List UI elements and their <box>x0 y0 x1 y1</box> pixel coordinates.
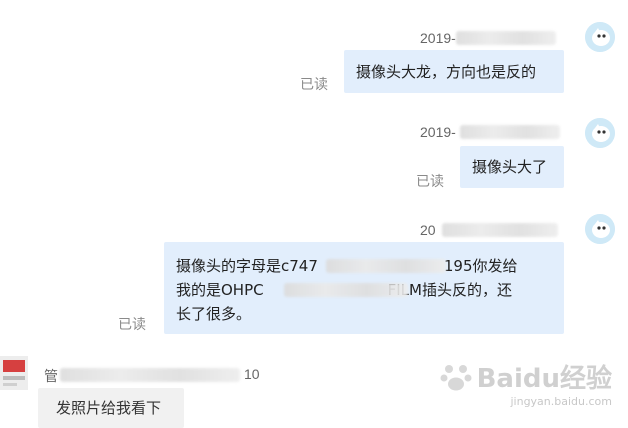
message-text-line2: 我的是OHPC <box>176 281 264 299</box>
message-text-line3: 长了很多。 <box>176 305 252 323</box>
sender-name: 管 <box>44 368 58 384</box>
message-text: 摄像头大了 <box>472 158 548 176</box>
message-bubble[interactable]: 摄像头大龙，方向也是反的 <box>344 50 564 93</box>
avatar[interactable] <box>585 214 615 244</box>
message-bubble[interactable]: 摄像头大了 <box>460 146 564 188</box>
redacted-timestamp <box>442 223 558 237</box>
sender-thumbnail-icon <box>0 356 28 390</box>
watermark-url: jingyan.baidu.com <box>510 395 612 408</box>
message-timestamp: 2019- <box>420 124 456 140</box>
incoming-message-text: 发照片给我看下 <box>56 399 162 417</box>
redacted-text <box>326 259 446 273</box>
bird-avatar-icon <box>585 214 615 244</box>
message-timestamp: 2019- <box>420 30 456 46</box>
read-status: 已读 <box>416 174 444 190</box>
incoming-message-bubble[interactable]: 发照片给我看下 <box>38 388 184 428</box>
bird-avatar-icon <box>585 22 615 52</box>
message-bubble[interactable]: 摄像头的字母是c747 195你发给 我的是OHPC FILM插头反的，还 长了很多… <box>164 242 564 334</box>
redacted-sender <box>60 368 240 382</box>
bird-avatar-icon <box>585 118 615 148</box>
read-status: 已读 <box>300 77 328 93</box>
message-text-line1: 摄像头的字母是c747 <box>176 257 318 275</box>
message-timestamp: 20 <box>420 222 436 238</box>
avatar[interactable] <box>585 118 615 148</box>
avatar[interactable] <box>585 22 615 52</box>
read-status: 已读 <box>118 317 146 333</box>
redacted-text <box>284 283 408 297</box>
redacted-timestamp <box>456 31 556 45</box>
message-text-line1-tail: 195你发给 <box>443 257 518 275</box>
incoming-time-tail: 10 <box>244 366 260 382</box>
message-text: 摄像头大龙，方向也是反的 <box>356 63 537 81</box>
watermark: Baidu经验 jingyan.baidu.com <box>439 358 612 408</box>
sender-avatar[interactable] <box>0 356 28 390</box>
redacted-timestamp <box>460 125 560 139</box>
watermark-brand: Baidu经验 <box>476 364 612 394</box>
paw-logo-icon <box>440 364 472 390</box>
